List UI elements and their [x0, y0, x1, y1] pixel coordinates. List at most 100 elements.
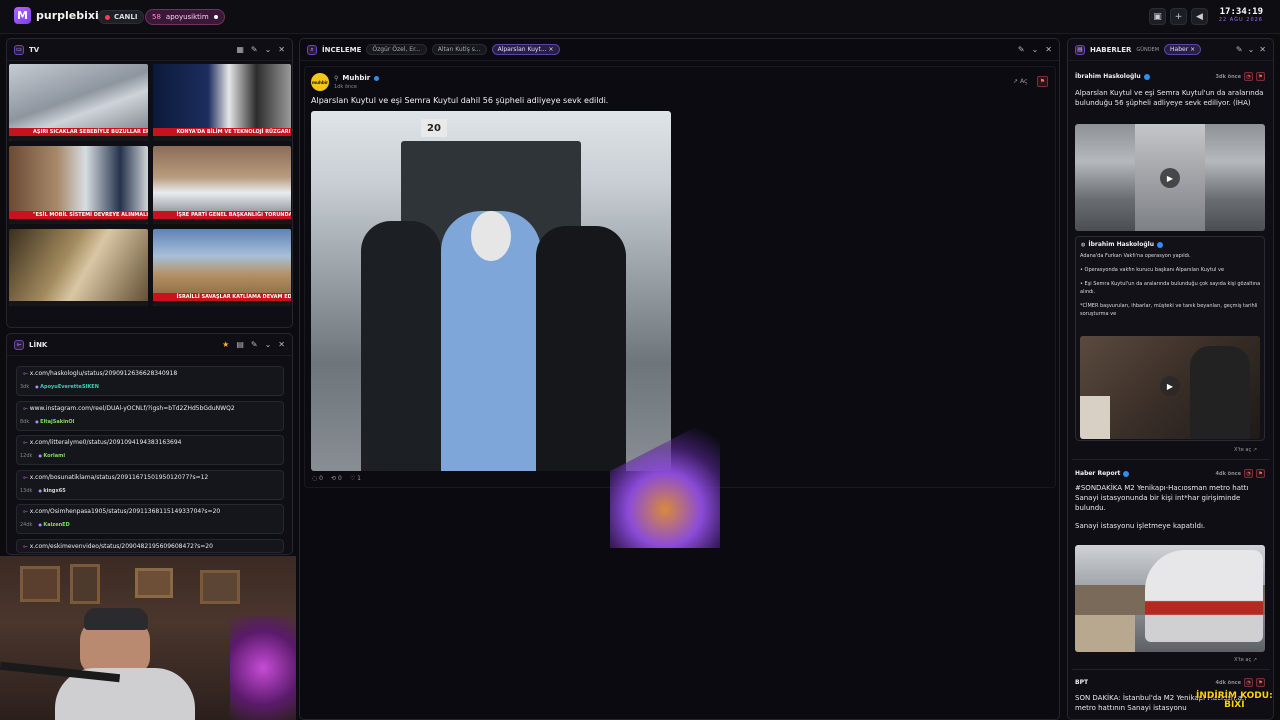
tv-tile[interactable]: "ESİL MOBİL SİSTEMİ DEVREYE ALINMALI" — [9, 146, 148, 224]
live-dot-icon — [105, 14, 110, 20]
link-user: EltajSakinOl — [35, 419, 74, 425]
link-meta: 24dk KaizenED — [20, 522, 70, 528]
close-icon[interactable]: × — [548, 46, 553, 53]
app-logo[interactable]: M purplebixi — [14, 7, 99, 24]
open-on-x-link[interactable]: X'te aç ↗ — [1234, 447, 1257, 453]
chevron-down-icon[interactable]: ⌄ — [1032, 45, 1039, 54]
news-author[interactable]: BPT — [1075, 679, 1088, 686]
news-item[interactable]: İbrahim Haskoloğlu 3dk önce ◔ ⚑ Alparslan K… — [1075, 72, 1265, 108]
bell-icon[interactable]: ◔ — [1244, 72, 1253, 81]
close-icon[interactable]: ✕ — [1259, 45, 1266, 54]
news-text: #SONDAKİKA M2 Yenikapı-Hacıosman metro h… — [1075, 484, 1249, 513]
link-url[interactable]: x.com/haskologlu/status/2090912636628340… — [23, 370, 177, 378]
link-item[interactable]: x.com/Osimhenpasa1905/status/20911368115… — [16, 504, 284, 534]
post-stats: ◌ 0 ⟲ 0 ♡ 1 — [312, 475, 361, 482]
flag-icon[interactable]: ⚑ — [1256, 469, 1265, 478]
tab-gundem[interactable]: GÜNDEM — [1136, 47, 1159, 53]
viewer-count: 58 — [152, 13, 161, 21]
quote-video[interactable]: ▶ — [1080, 336, 1260, 439]
tv-tile[interactable]: İŞRE PARTİ GENEL BAŞKANLIĞI TORUNDA — [152, 146, 291, 224]
app-name: purplebixi — [36, 9, 99, 22]
chevron-down-icon[interactable]: ⌄ — [265, 340, 272, 349]
review-tab-active[interactable]: Alparslan Kuyt... × — [491, 44, 560, 55]
logo-icon: M — [14, 7, 31, 24]
reposts-stat[interactable]: ⟲ 0 — [331, 475, 342, 482]
clock: 17:34:19 22 AĞU 2026 — [1219, 7, 1263, 23]
open-on-x-link[interactable]: X'te aç ↗ — [1234, 657, 1257, 663]
tv-tile[interactable]: KONYA'DA BİLİM VE TEKNOLOJİ RÜZGARI — [152, 64, 291, 142]
play-icon[interactable]: ▶ — [1160, 376, 1180, 396]
chevron-down-icon[interactable]: ⌄ — [1248, 45, 1255, 54]
tv-caption: AŞIRI SICAKLAR SEBEBİYLE BUZULLAR ERİYOR — [9, 128, 148, 137]
link-item[interactable]: x.com/bosunatiklama/status/2091167150195… — [16, 470, 284, 500]
link-url[interactable]: x.com/bosunatiklama/status/2091167150195… — [23, 474, 209, 482]
tv-panel-title: TV — [29, 45, 40, 54]
flag-icon[interactable]: ⚑ — [1256, 678, 1265, 687]
add-button[interactable]: + — [1170, 8, 1187, 25]
tab-haber[interactable]: Haber × — [1164, 44, 1202, 55]
tv-grid: AŞIRI SICAKLAR SEBEBİYLE BUZULLAR ERİYOR… — [9, 64, 291, 306]
news-author[interactable]: Haber Report — [1075, 470, 1120, 477]
open-label: Aç — [1019, 78, 1028, 85]
news-author[interactable]: İbrahim Haskoloğlu — [1075, 73, 1141, 80]
link-url[interactable]: x.com/eskimevenvideo/status/209048219560… — [23, 543, 213, 551]
flag-button[interactable]: ⚑ — [1037, 76, 1048, 87]
tv-icon: ▭ — [14, 44, 24, 55]
post-image[interactable]: 20 — [311, 111, 671, 471]
link-item[interactable]: x.com/haskologlu/status/2090912636628340… — [16, 366, 284, 396]
news-video[interactable]: ▶ — [1075, 124, 1265, 231]
tv-tile[interactable] — [9, 228, 148, 306]
avatar[interactable]: muhbir — [311, 73, 329, 91]
link-age: 3dk — [20, 384, 30, 390]
volume-button[interactable]: ◀ — [1191, 8, 1208, 25]
edit-icon[interactable]: ✎ — [1018, 45, 1025, 54]
post-time: 1dk önce — [334, 84, 357, 90]
news-image[interactable] — [1075, 545, 1265, 652]
edit-icon[interactable]: ✎ — [251, 45, 258, 54]
close-icon[interactable]: × — [1190, 46, 1195, 53]
link-item[interactable]: www.instagram.com/reel/DUAl-yOCNLf/?igsh… — [16, 401, 284, 431]
open-post-link[interactable]: ↗ Aç — [1013, 78, 1027, 85]
tv-tile[interactable]: AŞIRI SICAKLAR SEBEBİYLE BUZULLAR ERİYOR — [9, 64, 148, 142]
review-tab[interactable]: Altan Kutlş s... — [431, 44, 487, 55]
link-item[interactable]: x.com/litteralyme0/status/20910941943831… — [16, 435, 284, 465]
image-button[interactable]: ▣ — [1149, 8, 1166, 25]
flag-icon[interactable]: ⚑ — [1256, 72, 1265, 81]
likes-stat[interactable]: ♡ 1 — [350, 475, 361, 482]
close-icon[interactable]: ✕ — [1045, 45, 1052, 54]
star-icon[interactable]: ★ — [222, 340, 229, 349]
post-author-row: ⚲ Muhbir — [334, 74, 380, 82]
news-item[interactable]: Haber Report 4dk önce ◔ ⚑ #SONDAKİKA M2 Yen… — [1075, 469, 1265, 532]
bell-icon[interactable]: ◔ — [1244, 469, 1253, 478]
play-icon[interactable]: ▶ — [1160, 168, 1180, 188]
news-panel-title: HABERLER — [1090, 45, 1132, 54]
post-text: Alparslan Kuytul ve eşi Semra Kuytul dah… — [311, 96, 609, 105]
promo-line-2: BIXI — [1224, 700, 1245, 711]
live-badge[interactable]: CANLI — [98, 10, 145, 24]
news-item-header: Haber Report 4dk önce ◔ ⚑ — [1075, 469, 1265, 478]
pin-icon: ⚲ — [334, 74, 339, 82]
chevron-down-icon[interactable]: ⌄ — [265, 45, 272, 54]
news-text: Alparslan Kuytul ve eşi Semra Kuytul'un … — [1075, 89, 1264, 108]
comments-stat[interactable]: ◌ 0 — [312, 475, 323, 482]
plus-icon: + — [1174, 11, 1183, 22]
link-url[interactable]: www.instagram.com/reel/DUAl-yOCNLf/?igsh… — [23, 405, 235, 413]
link-url[interactable]: x.com/litteralyme0/status/20910941943831… — [23, 439, 182, 447]
grid-icon[interactable]: ▦ — [236, 45, 244, 54]
post-author[interactable]: Muhbir — [342, 74, 370, 82]
link-item[interactable]: x.com/eskimevenvideo/status/209048219560… — [16, 539, 284, 553]
bell-icon[interactable]: ◔ — [1244, 678, 1253, 687]
edit-icon[interactable]: ✎ — [1236, 45, 1243, 54]
link-age: 24dk — [20, 522, 33, 528]
quote-author[interactable]: İbrahim Haskoloğlu — [1088, 241, 1154, 248]
close-icon[interactable]: ✕ — [278, 45, 285, 54]
channel-chip[interactable]: 58 apoyusiktim — [145, 9, 225, 25]
link-url[interactable]: x.com/Osimhenpasa1905/status/20911368115… — [23, 508, 221, 516]
close-icon[interactable]: ✕ — [278, 340, 285, 349]
review-tab[interactable]: Özgür Özel, Er... — [366, 44, 427, 55]
trash-icon[interactable]: ▤ — [236, 340, 244, 349]
tv-tile[interactable]: İSRAİLLİ SAVAŞLAR KATLİAMA DEVAM EDİYOR — [152, 228, 291, 306]
clock-time: 17:34:19 — [1219, 7, 1263, 17]
live-label: CANLI — [114, 13, 138, 21]
edit-icon[interactable]: ✎ — [251, 340, 258, 349]
